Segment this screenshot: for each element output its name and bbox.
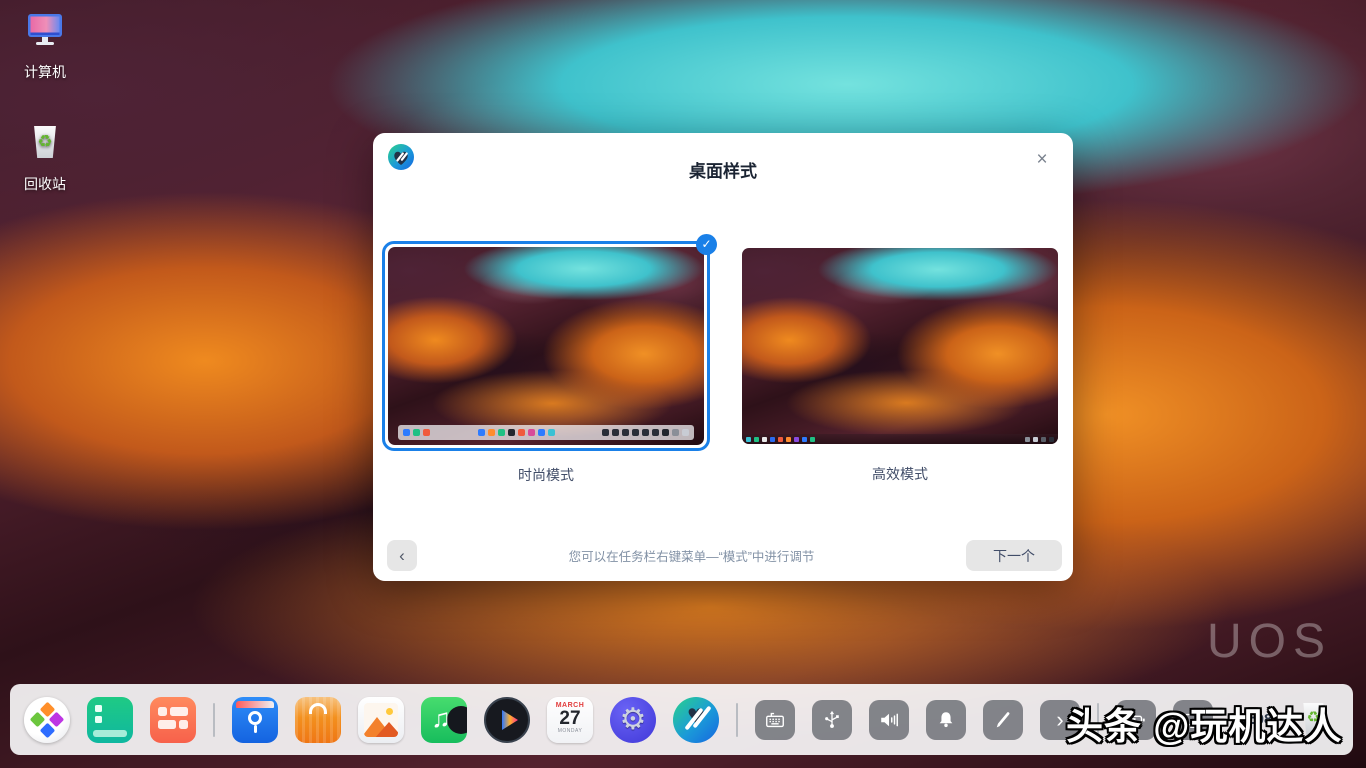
file-manager-icon[interactable] bbox=[232, 697, 278, 743]
computer-icon bbox=[23, 8, 67, 52]
mode-options: ✓ 时尚模式 高效模式 bbox=[373, 241, 1073, 485]
dock-separator bbox=[213, 703, 215, 737]
fashion-mode-thumbnail bbox=[388, 247, 704, 445]
option-label: 时尚模式 bbox=[382, 465, 710, 485]
desktop-layout-icon[interactable] bbox=[150, 697, 196, 743]
dialog-tip-text: 您可以在任务栏右键菜单—“模式”中进行调节 bbox=[417, 546, 966, 565]
movie-player-icon[interactable] bbox=[484, 697, 530, 743]
app-store-icon[interactable] bbox=[295, 697, 341, 743]
option-fashion-mode[interactable]: ✓ 时尚模式 bbox=[382, 241, 710, 485]
notification-bell-icon[interactable] bbox=[926, 700, 966, 740]
recycle-bin-icon: ♻ bbox=[23, 120, 67, 164]
close-icon[interactable]: × bbox=[1029, 147, 1055, 173]
multitasking-view-icon[interactable] bbox=[87, 697, 133, 743]
back-button[interactable]: ‹ bbox=[387, 540, 417, 571]
selected-check-icon: ✓ bbox=[696, 234, 717, 255]
desktop-icon-recycle-bin[interactable]: ♻ 回收站 bbox=[0, 120, 90, 194]
volume-tray-icon[interactable] bbox=[869, 700, 909, 740]
screen-annotate-pen-icon[interactable] bbox=[983, 700, 1023, 740]
efficient-mode-thumbnail bbox=[742, 248, 1058, 444]
dialog-title: 桌面样式 bbox=[373, 157, 1073, 182]
control-center-icon[interactable]: ⚙ bbox=[610, 697, 656, 743]
desktop-style-dialog: 桌面样式 × ✓ 时尚模式 bbox=[373, 133, 1073, 581]
keyboard-tray-icon[interactable] bbox=[755, 700, 795, 740]
dock-separator bbox=[736, 703, 738, 737]
music-icon[interactable]: ♫ bbox=[421, 697, 467, 743]
desktop-icon-label: 计算机 bbox=[0, 62, 90, 82]
option-label: 高效模式 bbox=[736, 464, 1064, 484]
option-efficient-mode[interactable]: 高效模式 bbox=[736, 242, 1064, 484]
next-button[interactable]: 下一个 bbox=[966, 540, 1062, 571]
fashion-mini-dock bbox=[398, 425, 694, 440]
dialog-footer: ‹ 您可以在任务栏右键菜单—“模式”中进行调节 下一个 bbox=[387, 540, 1062, 571]
desktop-icon-label: 回收站 bbox=[0, 174, 90, 194]
photos-icon[interactable] bbox=[358, 697, 404, 743]
efficient-mini-taskbar bbox=[742, 434, 1058, 444]
welcome-app-icon[interactable]: ♥ bbox=[673, 697, 719, 743]
usb-tray-icon[interactable] bbox=[812, 700, 852, 740]
channel-watermark: 头条 @玩机达人 bbox=[1066, 696, 1342, 750]
launcher-icon[interactable] bbox=[24, 697, 70, 743]
desktop-icon-computer[interactable]: 计算机 bbox=[0, 8, 90, 82]
uos-watermark: UOS bbox=[1207, 614, 1332, 669]
calendar-icon[interactable]: MARCH 27 MONDAY bbox=[547, 697, 593, 743]
